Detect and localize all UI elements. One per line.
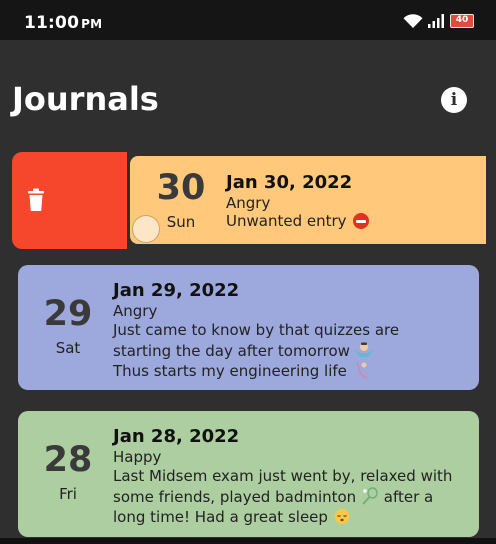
entry-text-line: Unwanted entry (226, 212, 347, 230)
swipe-handle[interactable] (132, 215, 160, 243)
page-title: Journals (12, 80, 159, 118)
info-icon[interactable]: i (441, 87, 467, 113)
trash-icon[interactable] (27, 188, 45, 212)
entry-text-line: Last Midsem exam just went by, relaxed w… (113, 467, 453, 485)
journal-entry-card[interactable]: 29 Sat Jan 29, 2022 Angry Just came to k… (18, 265, 479, 390)
entry-text: Just came to know by that quizzes are st… (113, 321, 473, 382)
entry-text-line: some friends, played badminton (113, 487, 357, 506)
entry-weekday: Fri (59, 485, 77, 503)
clock-ampm: PM (81, 17, 103, 31)
clock-time: 11:00 (24, 13, 80, 33)
no-entry-emoji-icon (353, 213, 370, 229)
journal-entry-card[interactable]: 30 Sun Jan 30, 2022 Angry Unwanted entry (130, 156, 486, 244)
entry-text-line: after a (383, 487, 434, 506)
entry-day-number: 30 (156, 168, 206, 208)
status-icons: 40 (403, 13, 474, 29)
entry-text-line: Just came to know by that quizzes are (113, 321, 400, 339)
signal-icon (428, 14, 444, 28)
entry-text-line: Thus starts my engineering life (113, 362, 347, 380)
entry-mood: Angry (113, 302, 158, 320)
entry-text-line: long time! Had a great sleep (113, 508, 328, 526)
entry-weekday: Sat (55, 339, 81, 357)
status-bar: 11:00 PM 40 (0, 0, 496, 40)
entry-mood: Angry (226, 194, 271, 212)
journal-entry-card[interactable]: 28 Fri Jan 28, 2022 Happy Last Midsem ex… (18, 411, 479, 537)
entry-day-number: 28 (43, 440, 93, 480)
screen-bottom-edge (0, 538, 496, 544)
status-time: 11:00 PM (24, 13, 102, 33)
entry-text-line: starting the day after tomorrow (113, 341, 350, 360)
person-falling-emoji-icon (355, 362, 368, 379)
entry-text: Unwanted entry (226, 212, 476, 232)
sleeping-face-emoji-icon (334, 509, 350, 524)
entry-text: Last Midsem exam just went by, relaxed w… (113, 467, 473, 528)
entry-date: Jan 30, 2022 (226, 172, 353, 193)
entry-mood: Happy (113, 448, 162, 466)
badminton-emoji-icon (362, 486, 378, 505)
entry-date: Jan 29, 2022 (113, 280, 240, 301)
entry-date: Jan 28, 2022 (113, 426, 240, 447)
person-shrugging-emoji-icon (355, 342, 372, 357)
entry-day-number: 29 (43, 294, 93, 334)
wifi-icon (403, 13, 423, 28)
battery-icon: 40 (450, 14, 474, 28)
